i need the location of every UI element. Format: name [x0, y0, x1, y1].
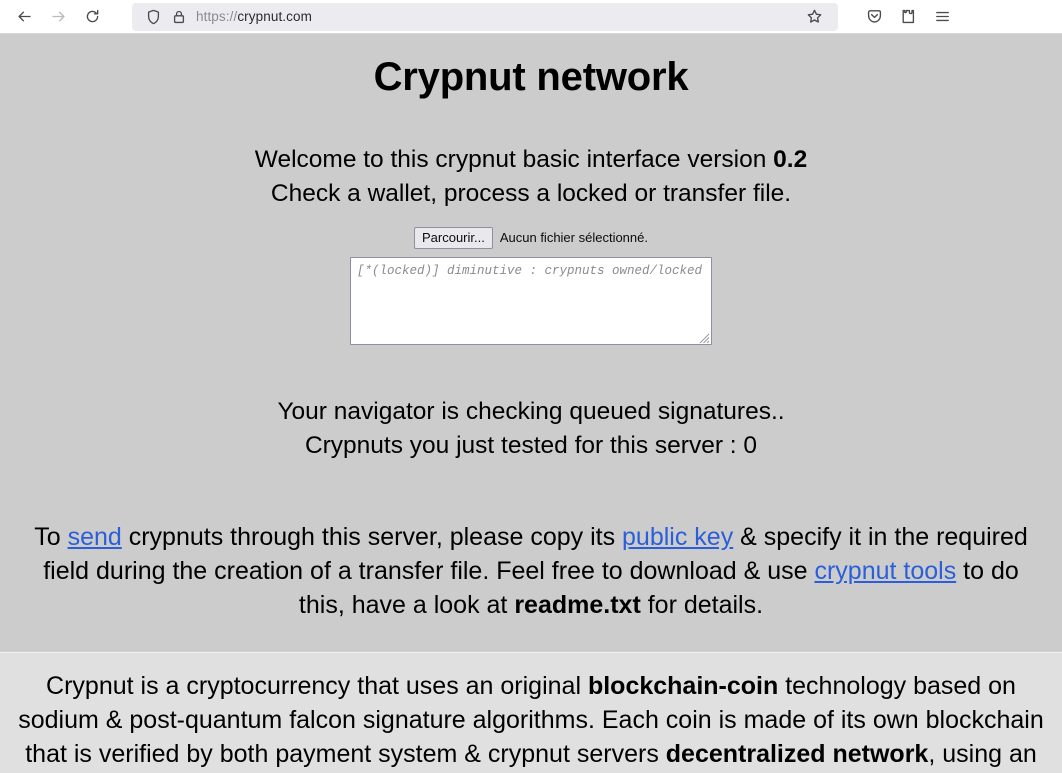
tested-count: 0: [743, 431, 758, 459]
hamburger-menu-icon: [935, 11, 949, 22]
reload-icon: [86, 9, 98, 23]
welcome-line: Welcome to this crypnut basic interface …: [8, 144, 1054, 176]
tested-crypnuts-status: Crypnuts you just tested for this server…: [8, 430, 1054, 462]
app-menu-button[interactable]: [926, 3, 958, 31]
padlock-icon-glyph: [173, 10, 185, 23]
page-title: Crypnut network: [373, 55, 689, 99]
send-link[interactable]: send: [68, 523, 122, 551]
shield-icon[interactable]: [140, 7, 166, 27]
forward-button[interactable]: [42, 3, 74, 31]
pocket-save-icon: [867, 10, 881, 23]
toolbar-right-buttons: [858, 3, 958, 31]
navigation-buttons: [8, 3, 108, 31]
about-paragraph: Crypnut is a cryptocurrency that uses an…: [0, 652, 1062, 773]
public-key-link[interactable]: public key: [622, 523, 733, 551]
file-selection-status: Aucun fichier sélectionné.: [499, 230, 648, 246]
info-text-1: To: [34, 523, 68, 552]
crypnut-tools-link[interactable]: crypnut tools: [814, 557, 956, 585]
crypnut-list-textarea[interactable]: [350, 256, 712, 345]
shield-icon-glyph: [147, 9, 159, 24]
about-text-1: Crypnut is a cryptocurrency that uses an…: [46, 672, 588, 700]
browse-file-button[interactable]: Parcourir...: [413, 226, 493, 249]
status-block: Your navigator is checking queued signat…: [8, 396, 1054, 463]
readme-filename: readme.txt: [514, 591, 641, 620]
forward-arrow-icon: [51, 11, 65, 22]
extensions-puzzle-icon: [902, 9, 914, 24]
version-number: 0.2: [773, 146, 808, 173]
welcome-prefix: Welcome to this crypnut basic interface …: [254, 146, 774, 173]
url-text: https://crypnut.com: [196, 9, 312, 24]
page-inner: Crypnut network Welcome to this crypnut …: [0, 34, 1062, 622]
blockchain-coin-term: blockchain-coin: [587, 672, 779, 700]
reload-button[interactable]: [76, 3, 108, 31]
padlock-icon[interactable]: [166, 7, 192, 27]
back-button[interactable]: [8, 3, 40, 31]
textarea-wrapper: [8, 256, 1054, 345]
info-paragraph: To send crypnuts through this server, pl…: [21, 520, 1041, 622]
file-upload-row: Parcourir... Aucun fichier sélectionné.: [8, 226, 1054, 249]
about-section: Crypnut is a cryptocurrency that uses an…: [0, 651, 1062, 773]
browser-toolbar: https://crypnut.com: [0, 0, 1062, 34]
extensions-button[interactable]: [892, 3, 924, 31]
pocket-save-button[interactable]: [858, 3, 890, 31]
check-wallet-line: Check a wallet, process a locked or tran…: [270, 180, 792, 208]
bookmark-star-button[interactable]: [798, 3, 830, 31]
page-content: Crypnut network Welcome to this crypnut …: [0, 34, 1062, 773]
star-bookmark-icon: [807, 9, 821, 23]
info-text-5: for details.: [640, 591, 764, 620]
address-bar[interactable]: https://crypnut.com: [132, 2, 838, 31]
back-arrow-icon: [17, 11, 31, 22]
tested-prefix: Crypnuts you just tested for this server…: [304, 431, 744, 459]
url-scheme: https://: [196, 9, 238, 24]
info-text-2: crypnuts through this server, please cop…: [121, 523, 623, 552]
queued-signatures-status: Your navigator is checking queued signat…: [277, 397, 785, 425]
decentralized-network-term: decentralized network: [665, 739, 929, 768]
url-host: crypnut.com: [237, 9, 312, 24]
